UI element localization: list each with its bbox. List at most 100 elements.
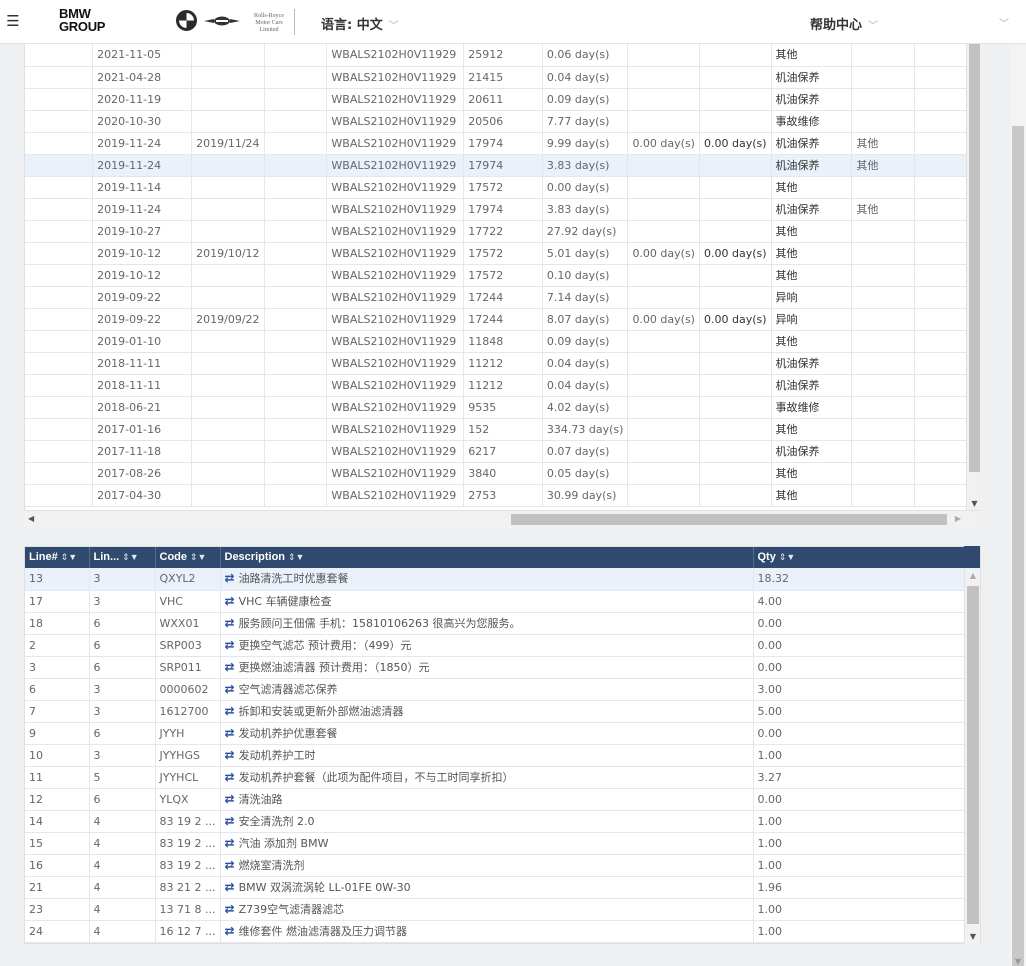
swap-arrows-icon[interactable]: ⇄ xyxy=(225,594,235,608)
swap-arrows-icon[interactable]: ⇄ xyxy=(225,880,235,894)
scroll-right-icon[interactable]: ▶ xyxy=(955,514,961,523)
table-row[interactable]: 12 6 YLQX ⇄ 清洗油路 0.00 xyxy=(25,788,966,811)
table-row[interactable]: 2019-11-24 WBALS2102H0V11929 17974 3.83 day… xyxy=(25,154,980,177)
table-row[interactable]: 2021-04-28 WBALS2102H0V11929 21415 0.04 day… xyxy=(25,66,980,89)
scroll-left-icon[interactable]: ◀ xyxy=(28,514,34,523)
table-row[interactable]: 3 6 SRP011 ⇄ 更换燃油滤清器 预计费用：（1850）元 0.00 xyxy=(25,656,966,679)
sort-filter-icon[interactable]: ⇕▼ xyxy=(779,552,795,562)
scroll-down-icon[interactable]: ▼ xyxy=(1010,957,1026,966)
cell-vin: WBALS2102H0V11929 xyxy=(326,440,465,463)
table-row[interactable]: 2019-09-22 2019/09/22 WBALS2102H0V11929 172… xyxy=(25,308,980,331)
cell-mileage: 152 xyxy=(463,418,543,441)
table-row[interactable]: 2019-10-12 2019/10/12 WBALS2102H0V11929 175… xyxy=(25,242,980,265)
bmw-group-logo[interactable]: BMW GROUP xyxy=(59,7,119,33)
swap-arrows-icon[interactable]: ⇄ xyxy=(225,726,235,740)
table-row[interactable]: 15 4 83 19 2 ... ⇄ 汽油 添加剂 BMW 1.00 xyxy=(25,832,966,855)
table-row[interactable]: 7 3 1612700 ⇄ 拆卸和安装或更新外部燃油滤清器 5.00 xyxy=(25,700,966,723)
cell-service-type-2 xyxy=(851,418,916,441)
table-row[interactable]: 2018-06-21 WBALS2102H0V11929 9535 4.02 day(… xyxy=(25,396,980,419)
swap-arrows-icon[interactable]: ⇄ xyxy=(225,748,235,762)
language-selector[interactable]: 语言: 中文 ﹀ xyxy=(321,14,399,33)
swap-arrows-icon[interactable]: ⇄ xyxy=(225,571,235,585)
scroll-down-icon[interactable]: ▼ xyxy=(965,932,981,941)
table-row[interactable]: 2019-10-12 WBALS2102H0V11929 17572 0.10 day… xyxy=(25,264,980,287)
scroll-down-icon[interactable]: ▼ xyxy=(967,499,982,508)
table-row[interactable]: 2020-11-19 WBALS2102H0V11929 20611 0.09 day… xyxy=(25,88,980,111)
scrollbar-thumb[interactable] xyxy=(969,44,980,472)
history-vertical-scrollbar[interactable]: ▼ xyxy=(966,44,981,510)
table-row[interactable]: 2 6 SRP003 ⇄ 更换空气滤芯 预计费用：（499）元 0.00 xyxy=(25,634,966,657)
cell-blank xyxy=(264,330,328,353)
table-row[interactable]: 2017-08-26 WBALS2102H0V11929 3840 0.05 day(… xyxy=(25,462,980,485)
column-header-line[interactable]: Line# ⇕▼ xyxy=(25,547,90,568)
scrollbar-thumb[interactable] xyxy=(511,514,947,525)
page-vertical-scrollbar[interactable]: ▼ xyxy=(1010,44,1026,966)
table-row[interactable]: 2017-11-18 WBALS2102H0V11929 6217 0.07 day(… xyxy=(25,440,980,463)
cell-blank xyxy=(25,88,94,111)
table-row[interactable]: 2018-11-11 WBALS2102H0V11929 11212 0.04 day… xyxy=(25,374,980,397)
table-row[interactable]: 23 4 13 71 8 ... ⇄ Z739空气滤清器滤芯 1.00 xyxy=(25,898,966,921)
table-row[interactable]: 21 4 83 21 2 ... ⇄ BMW 双涡流涡轮 LL-01FE 0W-30 1.… xyxy=(25,876,966,899)
scrollbar-thumb[interactable] xyxy=(967,586,979,924)
swap-arrows-icon[interactable]: ⇄ xyxy=(225,858,235,872)
table-row[interactable]: 2019-01-10 WBALS2102H0V11929 11848 0.09 day… xyxy=(25,330,980,353)
swap-arrows-icon[interactable]: ⇄ xyxy=(225,836,235,850)
table-row[interactable]: 2020-10-30 WBALS2102H0V11929 20506 7.77 day… xyxy=(25,110,980,133)
table-row[interactable]: 24 4 16 12 7 ... ⇄ 维修套件 燃油滤清器及压力调节器 1.00 xyxy=(25,920,966,943)
table-row[interactable]: 13 3 QXYL2 ⇄ 油路清洗工时优惠套餐 18.32 xyxy=(25,568,966,591)
job-lines-rows: 13 3 QXYL2 ⇄ 油路清洗工时优惠套餐 18.32 17 3 VHC ⇄ VHC 车辆健康检… xyxy=(25,568,966,943)
swap-arrows-icon[interactable]: ⇄ xyxy=(225,660,235,674)
swap-arrows-icon[interactable]: ⇄ xyxy=(225,638,235,652)
swap-arrows-icon[interactable]: ⇄ xyxy=(225,616,235,630)
cell-vin: WBALS2102H0V11929 xyxy=(326,198,465,221)
column-header-qty[interactable]: Qty ⇕▼ xyxy=(753,547,966,568)
table-row[interactable]: 2018-11-11 WBALS2102H0V11929 11212 0.04 day… xyxy=(25,352,980,375)
table-row[interactable]: 2017-01-16 WBALS2102H0V11929 152 334.73 day… xyxy=(25,418,980,441)
table-row[interactable]: 18 6 WXX01 ⇄ 服务顾问王佃儒 手机：15810106263 很高兴为您服务。… xyxy=(25,612,966,635)
swap-arrows-icon[interactable]: ⇄ xyxy=(225,814,235,828)
swap-arrows-icon[interactable]: ⇄ xyxy=(225,792,235,806)
cell-mileage: 17722 xyxy=(463,220,543,243)
table-row[interactable]: 11 5 JYYHCL ⇄ 发动机养护套餐（此项为配件项目，不与工时同享折扣） 3.27 xyxy=(25,766,966,789)
swap-arrows-icon[interactable]: ⇄ xyxy=(225,682,235,696)
column-header-label: Description xyxy=(224,551,286,563)
cell-mileage: 17572 xyxy=(463,242,543,265)
table-row[interactable]: 2017-04-30 WBALS2102H0V11929 2753 30.99 day… xyxy=(25,484,980,507)
scroll-up-icon[interactable]: ▲ xyxy=(965,571,981,580)
swap-arrows-icon[interactable]: ⇄ xyxy=(225,770,235,784)
column-header-lin[interactable]: Lin... ⇕▼ xyxy=(89,547,156,568)
cell-service-type-2 xyxy=(851,44,916,67)
table-row[interactable]: 14 4 83 19 2 ... ⇄ 安全清洗剂 2.0 1.00 xyxy=(25,810,966,833)
swap-arrows-icon[interactable]: ⇄ xyxy=(225,924,235,938)
cell-duration-3 xyxy=(699,66,772,89)
swap-arrows-icon[interactable]: ⇄ xyxy=(225,704,235,718)
table-row[interactable]: 2019-09-22 WBALS2102H0V11929 17244 7.14 day… xyxy=(25,286,980,309)
cell-duration-3 xyxy=(699,198,772,221)
menu-icon[interactable]: ☰ xyxy=(4,12,22,30)
table-row[interactable]: 16 4 83 19 2 ... ⇄ 燃烧室清洗剂 1.00 xyxy=(25,854,966,877)
table-row[interactable]: 2019-11-24 WBALS2102H0V11929 17974 3.83 day… xyxy=(25,198,980,221)
history-horizontal-scrollbar[interactable]: ◀ ▶ xyxy=(24,510,981,528)
sort-filter-icon[interactable]: ⇕▼ xyxy=(61,552,77,562)
table-row[interactable]: 9 6 JYYH ⇄ 发动机养护优惠套餐 0.00 xyxy=(25,722,966,745)
scrollbar-thumb[interactable] xyxy=(1012,126,1024,966)
sort-filter-icon[interactable]: ⇕▼ xyxy=(122,552,138,562)
table-row[interactable]: 6 3 0000602 ⇄ 空气滤清器滤芯保养 3.00 xyxy=(25,678,966,701)
table-row[interactable]: 10 3 JYYHGS ⇄ 发动机养护工时 1.00 xyxy=(25,744,966,767)
table-row[interactable]: 2021-11-05 WBALS2102H0V11929 25912 0.06 day… xyxy=(25,44,980,67)
help-center-menu[interactable]: 帮助中心 ﹀ xyxy=(810,14,878,33)
table-row[interactable]: 2019-11-14 WBALS2102H0V11929 17572 0.00 day… xyxy=(25,176,980,199)
sort-filter-icon[interactable]: ⇕▼ xyxy=(190,552,206,562)
table-row[interactable]: 17 3 VHC ⇄ VHC 车辆健康检查 4.00 xyxy=(25,590,966,613)
cell-mileage: 11212 xyxy=(463,352,543,375)
column-header-description[interactable]: Description ⇕▼ xyxy=(220,547,754,568)
column-header-code[interactable]: Code ⇕▼ xyxy=(155,547,221,568)
cell-date: 2018-11-11 xyxy=(92,374,193,397)
sort-filter-icon[interactable]: ⇕▼ xyxy=(288,552,304,562)
job-lines-vertical-scrollbar[interactable]: ▲ ▼ xyxy=(964,568,980,944)
swap-arrows-icon[interactable]: ⇄ xyxy=(225,902,235,916)
user-dropdown[interactable]: ﹀ xyxy=(925,14,1015,30)
table-row[interactable]: 2019-11-24 2019/11/24 WBALS2102H0V11929 179… xyxy=(25,132,980,155)
cell-mileage: 20611 xyxy=(463,88,543,111)
table-row[interactable]: 2019-10-27 WBALS2102H0V11929 17722 27.92 da… xyxy=(25,220,980,243)
